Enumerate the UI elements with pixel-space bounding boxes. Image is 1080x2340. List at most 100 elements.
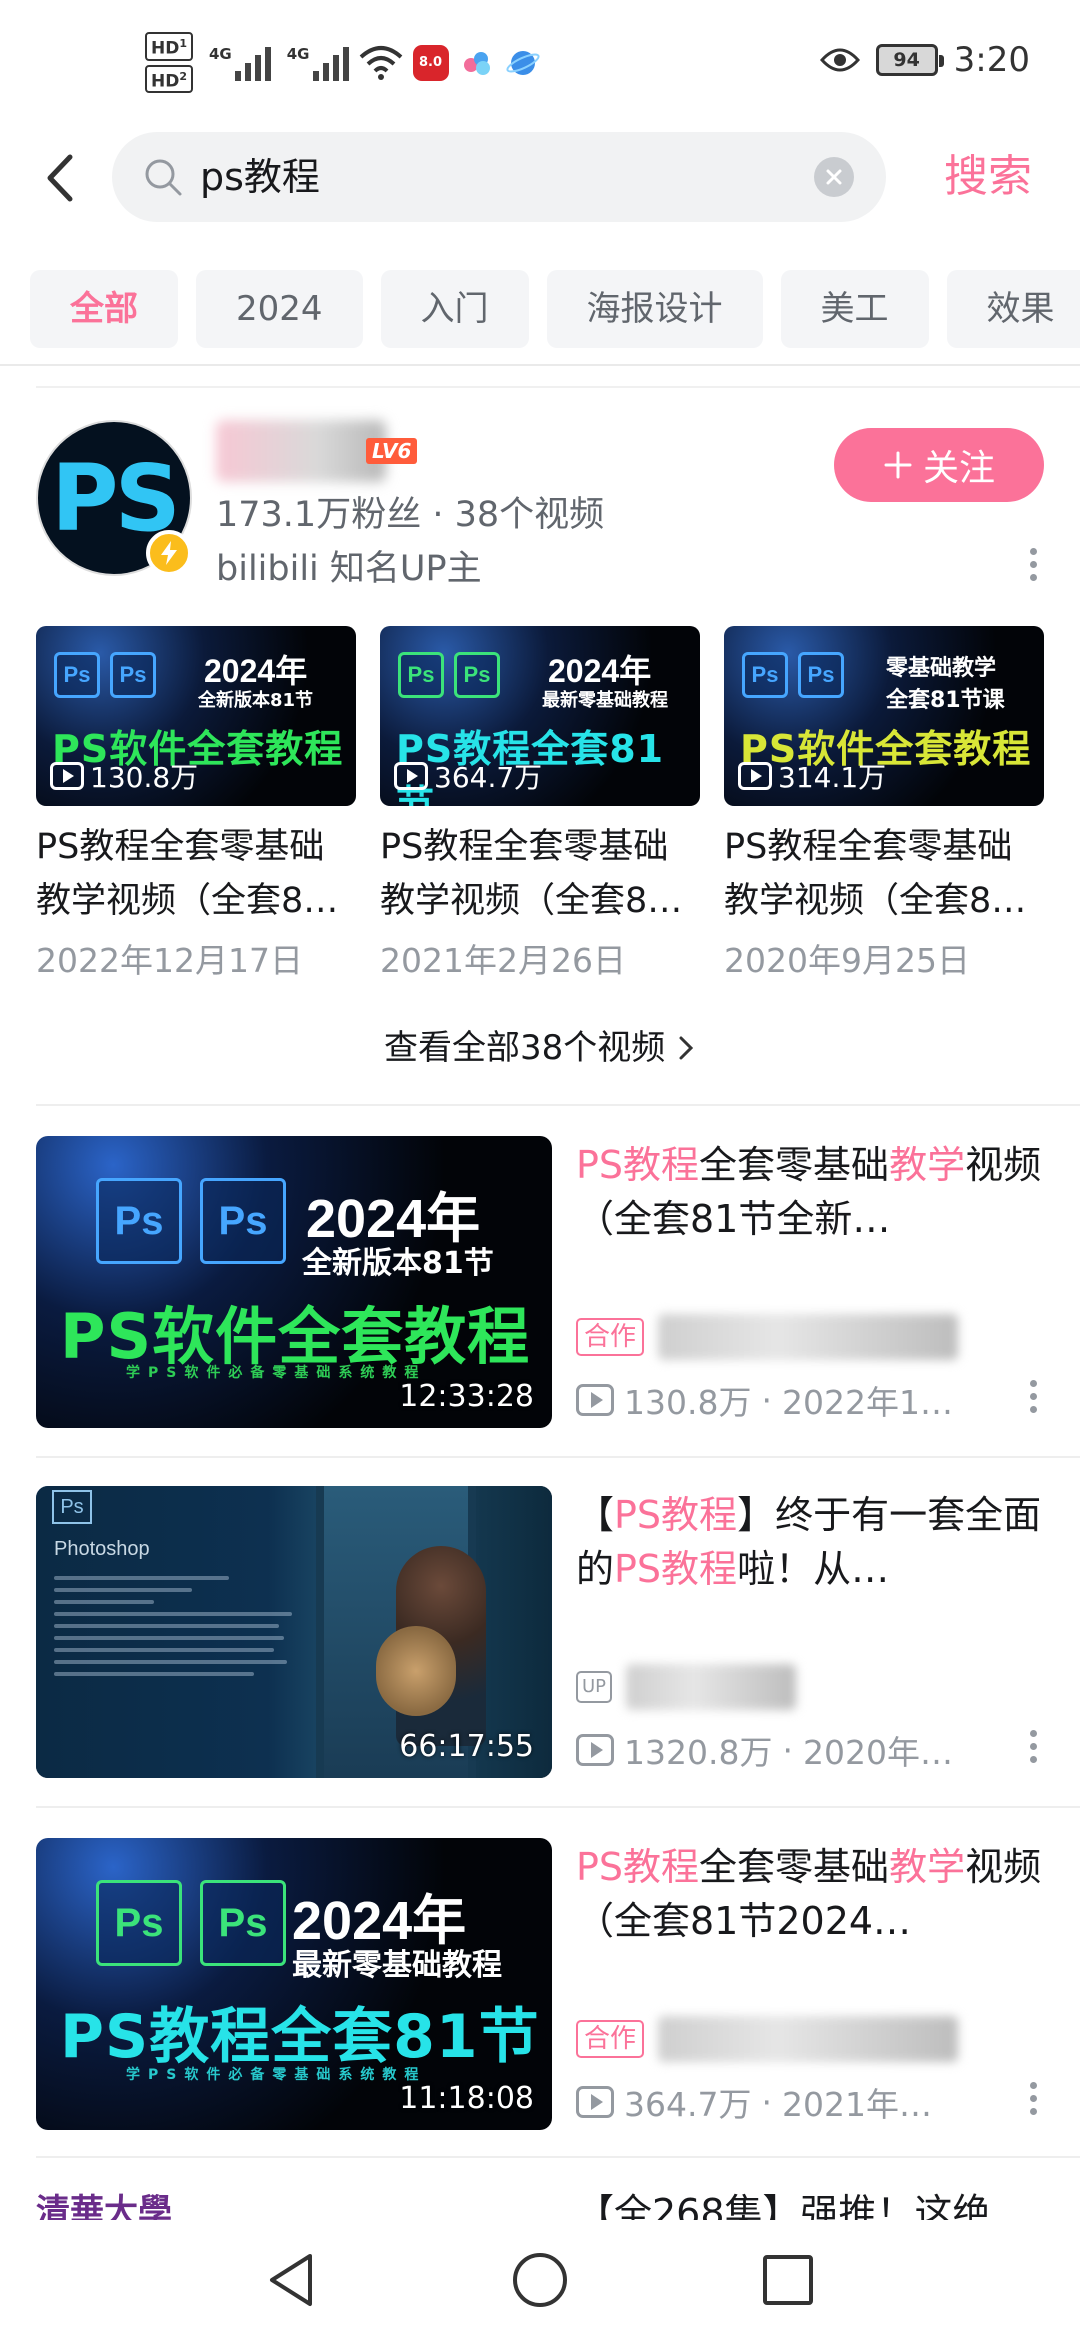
follow-button[interactable]: 关注 <box>834 428 1044 502</box>
video-date: 2022年12月17日 <box>36 941 303 980</box>
clear-search-button[interactable] <box>814 157 854 197</box>
search-field[interactable] <box>112 132 886 222</box>
video-duration: 12:33:28 <box>399 1379 534 1414</box>
uploader-card: PS LV6 173.1万粉丝 · 38个视频 bilibili 知名UP主 关… <box>36 420 1044 1068</box>
status-left: HD1 HD2 4G 4G 8.0 <box>145 32 541 94</box>
thumb-year: 零基础教学 <box>886 655 997 680</box>
thumb-subtitle: 全套81节课 <box>886 688 1005 713</box>
video-result[interactable]: Ps Ps 2024年 最新零基础教程 PS教程全套81节 学PS软件必备零基础… <box>36 1838 1044 2130</box>
network-type-2: 4G <box>286 44 310 63</box>
filter-poster-design[interactable]: 海报设计 <box>546 270 763 348</box>
battery-icon: 94 <box>875 44 944 76</box>
video-date: 2021年2月26日 <box>380 941 626 980</box>
search-input[interactable] <box>200 132 760 222</box>
ps-logo-icon: Ps Ps <box>96 1178 286 1264</box>
uploader-name-redacted[interactable] <box>216 420 386 482</box>
more-options-icon[interactable] <box>1028 548 1038 581</box>
owner-name-redacted <box>658 2016 959 2062</box>
ps-logo-icon: Ps Ps <box>96 1880 286 1966</box>
thumb-subtitle: 最新零基础教程 <box>542 690 668 711</box>
play-icon <box>576 1734 614 1766</box>
app-notification-icon: 8.0 <box>412 44 449 81</box>
chevron-right-icon <box>679 1036 694 1060</box>
status-bar: HD1 HD2 4G 4G 8.0 94 3:20 <box>0 0 1080 130</box>
video-meta: 1320.8万 · 2020年… <box>576 1726 953 1774</box>
filter-2024[interactable]: 2024 <box>196 270 363 348</box>
divider <box>36 386 1080 388</box>
hd-indicators: HD1 HD2 <box>145 32 193 94</box>
uploader-video-card[interactable]: Ps Ps 2024年 最新零基础教程 PS教程全套81节 364.7万 PS教… <box>380 626 700 982</box>
battery-level: 94 <box>893 49 920 71</box>
ps-logo-icon: Ps <box>52 1490 92 1524</box>
video-duration: 11:18:08 <box>399 2081 534 2116</box>
verified-badge-icon <box>146 530 192 576</box>
filter-effects[interactable]: 效果 <box>946 270 1080 348</box>
coop-tag: 合作 <box>576 2020 645 2058</box>
splash-title: Photoshop <box>54 1538 150 1560</box>
filter-tabs: 全部 2024 入门 海报设计 美工 效果 <box>30 270 1080 348</box>
video-owner[interactable]: 合作 <box>576 2016 959 2062</box>
more-options-icon[interactable] <box>1028 1730 1038 1763</box>
uploader-description: bilibili 知名UP主 <box>216 549 482 589</box>
play-icon <box>576 1384 614 1416</box>
video-result[interactable]: Ps Ps 2024年 全新版本81节 PS软件全套教程 学PS软件必备零基础系… <box>36 1136 1044 1428</box>
play-icon <box>576 2086 614 2118</box>
hd2-badge: HD2 <box>145 64 193 94</box>
divider <box>0 364 1080 366</box>
cloud-app-icon <box>463 51 490 75</box>
video-thumbnail: Ps Ps 2024年 全新版本81节 PS软件全套教程 学PS软件必备零基础系… <box>36 1136 552 1428</box>
chevron-left-icon <box>47 154 73 202</box>
filter-beginner[interactable]: 入门 <box>380 270 529 348</box>
more-options-icon[interactable] <box>1028 1380 1038 1413</box>
thumb-tagline: 学PS软件必备零基础系统教程 <box>126 1365 427 1381</box>
nav-home-icon[interactable] <box>510 2250 570 2310</box>
video-duration: 66:17:55 <box>399 1729 534 1764</box>
signal-2: 4G <box>287 45 349 81</box>
coop-tag: 合作 <box>576 1318 645 1356</box>
status-right: 94 3:20 <box>819 40 1030 80</box>
plus-icon <box>884 451 912 479</box>
close-icon <box>826 169 842 185</box>
teddy-bear-image <box>376 1626 456 1716</box>
level-badge: LV6 <box>366 438 418 464</box>
ps-logo-icon: Ps Ps <box>54 652 156 698</box>
follow-label: 关注 <box>922 448 995 489</box>
nav-back-icon[interactable] <box>264 2250 320 2310</box>
thumb-subtitle: 全新版本81节 <box>302 1246 494 1281</box>
search-submit-button[interactable]: 搜索 <box>944 132 1032 222</box>
play-icon <box>394 762 428 790</box>
tsinghua-logo: 清華大學 <box>36 2192 172 2224</box>
video-title[interactable]: 【全268集】强推！这绝 <box>576 2184 991 2224</box>
divider <box>36 1806 1080 1808</box>
play-count: 314.1万 <box>738 756 886 796</box>
video-owner[interactable]: UP <box>576 1664 797 1710</box>
video-thumbnail: Ps Ps 2024年 最新零基础教程 PS教程全套81节 学PS软件必备零基础… <box>36 1838 552 2130</box>
signal-1: 4G <box>209 45 271 81</box>
uploader-video-card[interactable]: Ps Ps 零基础教学 全套81节课 PS软件全套教程 314.1万 PS教程全… <box>724 626 1044 982</box>
video-result[interactable]: Ps Photoshop 66:17:55 【PS教程】终于有一套全面的PS教程… <box>36 1486 1044 1778</box>
wifi-icon <box>359 45 402 80</box>
more-options-icon[interactable] <box>1028 2082 1038 2115</box>
uploader-video-card[interactable]: Ps Ps 2024年 全新版本81节 PS软件全套教程 130.8万 PS教程… <box>36 626 356 982</box>
thumb-tagline: 学PS软件必备零基础系统教程 <box>126 2067 427 2083</box>
video-thumbnail: Ps Ps 零基础教学 全套81节课 PS软件全套教程 314.1万 <box>724 626 1044 806</box>
video-title: PS教程全套零基础教学视频（全套8… <box>724 827 1027 921</box>
ps-logo-icon: Ps Ps <box>398 652 500 698</box>
filter-all[interactable]: 全部 <box>30 270 178 348</box>
thumb-subtitle: 最新零基础教程 <box>292 1948 502 1983</box>
video-title: 【PS教程】终于有一套全面的PS教程啦！从… <box>576 1493 1042 1591</box>
play-icon <box>738 762 772 790</box>
thumb-subtitle: 全新版本81节 <box>198 690 314 711</box>
video-title: PS教程全套零基础教学视频（全套81节2024… <box>576 1845 1042 1943</box>
filter-art-design[interactable]: 美工 <box>780 270 929 348</box>
back-button[interactable] <box>30 148 90 208</box>
nav-recents-icon[interactable] <box>760 2252 816 2308</box>
video-title: PS教程全套零基础教学视频（全套81节全新… <box>576 1143 1042 1241</box>
clock: 3:20 <box>953 40 1030 80</box>
eye-comfort-icon <box>819 48 860 72</box>
view-all-videos-link[interactable]: 查看全部38个视频 <box>36 1020 1044 1069</box>
system-nav-bar <box>0 2220 1080 2340</box>
video-owner[interactable]: 合作 <box>576 1314 959 1360</box>
network-type-1: 4G <box>209 44 232 63</box>
play-count: 364.7万 <box>394 756 542 796</box>
